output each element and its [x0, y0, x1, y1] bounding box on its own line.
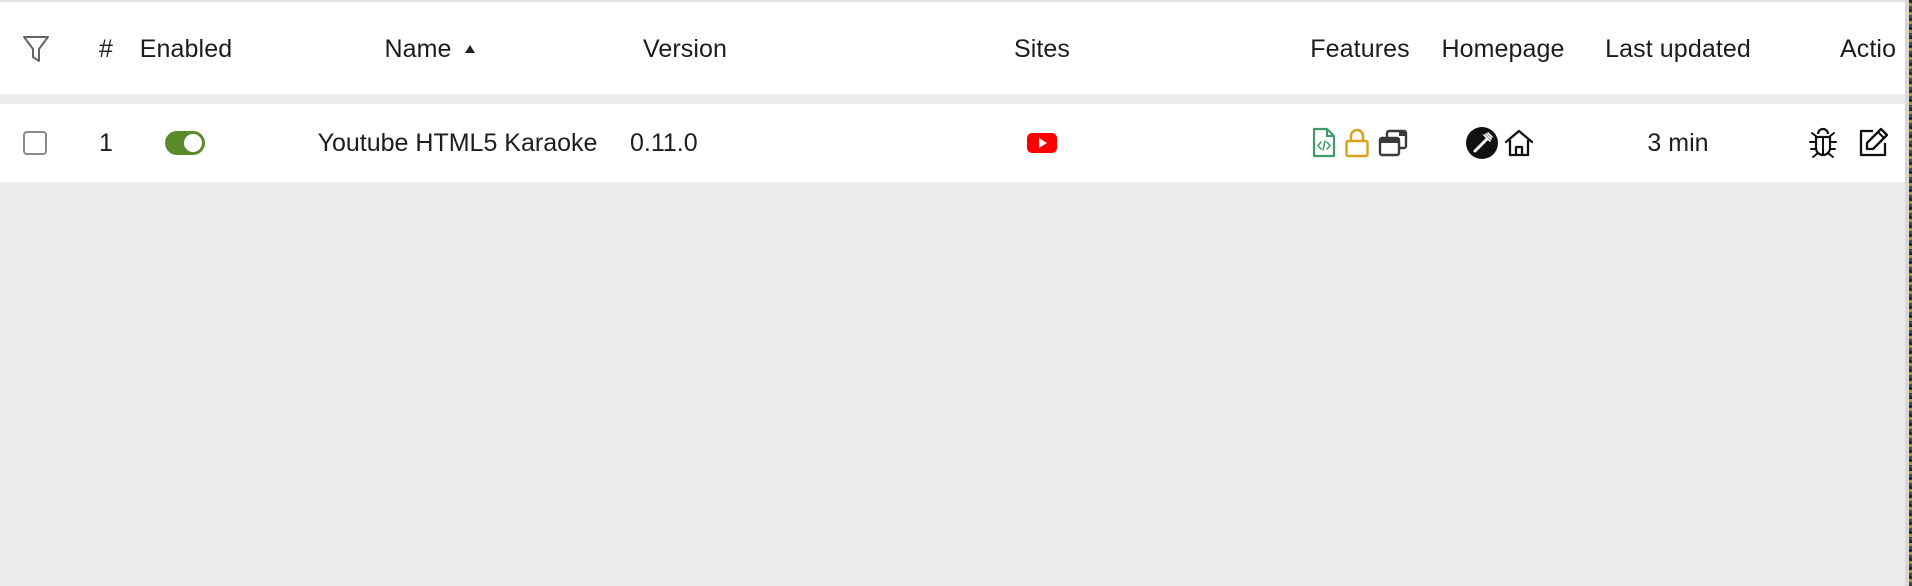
- userscript-table-page: # Enabled Name Version Sites Features Ho…: [0, 0, 1912, 586]
- userscript-file-icon: [1311, 127, 1337, 159]
- lock-icon: [1343, 127, 1371, 159]
- youtube-icon: [1027, 133, 1057, 153]
- header-version[interactable]: Version: [630, 2, 740, 96]
- table-header-row: # Enabled Name Version Sites Features Ho…: [0, 0, 1909, 94]
- script-version: 0.11.0: [630, 128, 698, 157]
- header-actions: Actio: [1840, 34, 1897, 63]
- edit-icon[interactable]: [1856, 126, 1890, 160]
- row-actions: [1806, 104, 1906, 182]
- sort-ascending-icon: [464, 45, 475, 53]
- header-homepage: Homepage: [1441, 34, 1565, 63]
- script-name[interactable]: Youtube HTML5 Karaoke: [305, 104, 610, 182]
- filter-button[interactable]: [14, 2, 58, 96]
- checkbox[interactable]: [23, 131, 47, 155]
- home-icon[interactable]: [1503, 128, 1535, 158]
- table-row[interactable]: 1 Youtube HTML5 Karaoke 0.11.0 3 min: [0, 104, 1909, 182]
- toggle-switch[interactable]: [165, 131, 205, 155]
- filter-icon: [23, 36, 49, 62]
- row-select-checkbox[interactable]: [20, 104, 50, 182]
- row-number: 1: [99, 128, 113, 157]
- header-number[interactable]: #: [88, 2, 124, 96]
- site-youtube-link[interactable]: [1020, 104, 1064, 182]
- windows-icon: [1377, 128, 1409, 158]
- header-name[interactable]: Name: [370, 2, 490, 96]
- toggle-knob: [184, 134, 202, 152]
- bug-icon[interactable]: [1806, 126, 1840, 160]
- header-features: Features: [1310, 34, 1410, 63]
- header-name-label: Name: [384, 34, 452, 63]
- header-last-updated[interactable]: Last updated: [1588, 2, 1768, 96]
- header-enabled[interactable]: Enabled: [134, 2, 238, 96]
- homepage-links: [1460, 104, 1540, 182]
- last-updated-value: 3 min: [1647, 128, 1709, 157]
- feature-icons: [1300, 104, 1420, 182]
- header-sites[interactable]: Sites: [992, 2, 1092, 96]
- greasy-fork-icon[interactable]: [1465, 126, 1499, 160]
- enabled-toggle[interactable]: [160, 104, 210, 182]
